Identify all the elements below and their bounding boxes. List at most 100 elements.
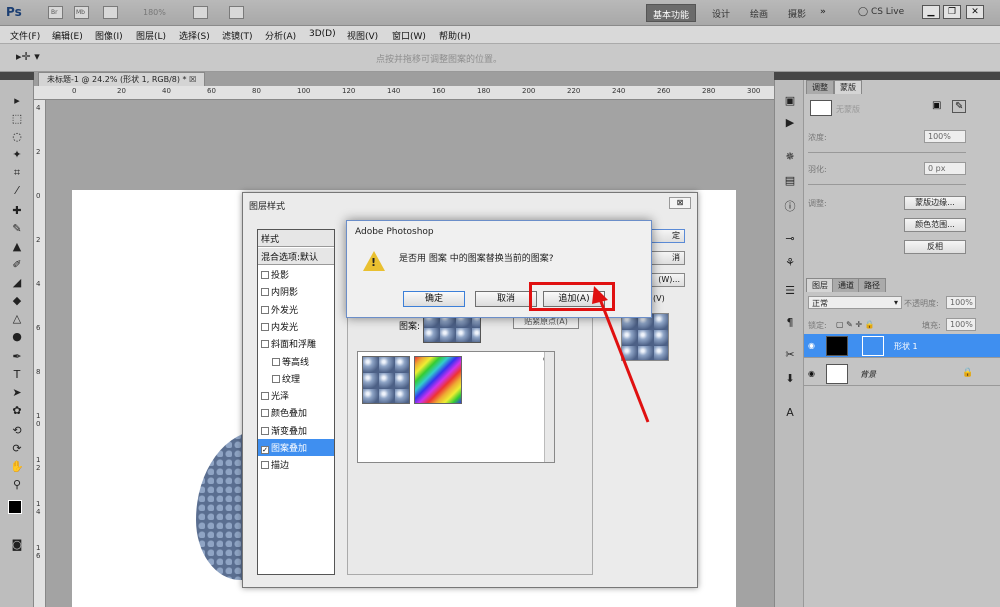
checkbox-icon[interactable] xyxy=(272,374,280,383)
style-item[interactable]: 斜面和浮雕 xyxy=(258,335,334,352)
confirm-cancel-button[interactable]: 取消 xyxy=(475,291,537,307)
tab-close-icon[interactable]: ☒ xyxy=(189,75,196,84)
menu-window[interactable]: 窗口(W) xyxy=(392,29,426,42)
3d-panel-icon[interactable]: ✂ xyxy=(782,348,798,362)
checkbox-icon[interactable] xyxy=(261,322,269,331)
color-range-button[interactable]: 颜色范围... xyxy=(904,218,966,232)
clone-source-icon[interactable]: ⚘ xyxy=(782,256,798,270)
healing-brush-icon[interactable]: ✚ xyxy=(9,204,25,219)
blend-options-item[interactable]: 混合选项:默认 xyxy=(258,248,334,265)
eraser-tool-icon[interactable]: ◢ xyxy=(9,276,25,291)
style-item[interactable]: 外发光 xyxy=(258,301,334,318)
minimize-icon[interactable]: ▁ xyxy=(922,5,940,19)
tool-presets-icon[interactable]: ☰ xyxy=(782,284,798,298)
checkbox-icon[interactable] xyxy=(272,357,280,366)
lock-icons[interactable]: ▢ ✎ ✛ 🔒 xyxy=(836,320,875,329)
style-item[interactable]: 等高线 xyxy=(258,353,334,370)
dialog-close-button[interactable]: ⊠ xyxy=(669,197,691,209)
fill-input[interactable]: 100% xyxy=(946,318,976,331)
opacity-input[interactable]: 100% xyxy=(946,296,976,309)
shape-tool-icon[interactable]: ✿ xyxy=(9,404,25,419)
eyedropper-icon[interactable]: ⁄ xyxy=(9,184,25,199)
type-tool-icon[interactable]: T xyxy=(9,368,25,383)
checkbox-icon[interactable] xyxy=(261,461,269,470)
feather-input[interactable]: 0 px xyxy=(924,162,966,175)
crop-tool-icon[interactable]: ⌗ xyxy=(9,166,25,181)
vertical-ruler[interactable]: 4 2 0 2 4 6 8 1 0 1 2 1 4 1 6 xyxy=(34,100,46,607)
tab-adjustments[interactable]: 调整 xyxy=(806,80,834,94)
blend-mode-select[interactable]: 正常 ▾ xyxy=(808,296,902,309)
lasso-tool-icon[interactable]: ◌ xyxy=(9,130,25,145)
checkbox-icon[interactable] xyxy=(261,305,269,314)
pattern-scrollbar[interactable] xyxy=(544,352,554,462)
style-item[interactable]: 光泽 xyxy=(258,387,334,404)
pattern-swatch-rainbow[interactable] xyxy=(414,356,462,404)
feather-slider[interactable] xyxy=(808,184,966,185)
menu-analysis[interactable]: 分析(A) xyxy=(265,29,296,42)
stamp-tool-icon[interactable]: ▲ xyxy=(9,240,25,255)
cs-live-button[interactable]: ◯ CS Live xyxy=(852,4,910,22)
info-panel-icon[interactable]: ⓘ xyxy=(782,198,798,213)
density-slider[interactable] xyxy=(808,152,966,153)
pixel-mask-icon[interactable]: ▣ xyxy=(932,100,941,111)
tab-paths[interactable]: 路径 xyxy=(858,278,886,292)
pattern-swatch-bubbles[interactable] xyxy=(362,356,410,404)
path-selection-icon[interactable]: ➤ xyxy=(9,386,25,401)
3d-orbit-icon[interactable]: ⟳ xyxy=(9,442,25,457)
screen-mode-icon[interactable] xyxy=(229,6,244,19)
menu-3d[interactable]: 3D(D) xyxy=(309,29,336,39)
document-tab[interactable]: 未标题-1 @ 24.2% (形状 1, RGB/8) * ☒ xyxy=(38,72,206,86)
styles-panel-icon[interactable]: ⬇ xyxy=(782,372,798,386)
horizontal-ruler[interactable]: 0 20 40 60 80 100 120 140 160 180 200 22… xyxy=(34,86,774,100)
style-item[interactable]: 投影 xyxy=(258,266,334,283)
move-tool-preset-icon[interactable]: ▸✛ ▾ xyxy=(16,50,40,63)
foreground-color-swatch[interactable] xyxy=(8,500,22,514)
menu-select[interactable]: 选择(S) xyxy=(179,29,210,42)
arrange-documents-icon[interactable] xyxy=(193,6,208,19)
menu-layer[interactable]: 图层(L) xyxy=(136,29,166,42)
eye-icon[interactable]: ◉ xyxy=(808,341,818,351)
3d-rotate-icon[interactable]: ⟲ xyxy=(9,424,25,439)
menu-image[interactable]: 图像(I) xyxy=(95,29,123,42)
zoom-tool-icon[interactable]: ⚲ xyxy=(9,478,25,493)
tab-masks[interactable]: 蒙版 xyxy=(834,80,862,94)
density-input[interactable]: 100% xyxy=(924,130,966,143)
invert-button[interactable]: 反相 xyxy=(904,240,966,254)
histogram-panel-icon[interactable]: ▤ xyxy=(782,174,798,188)
quick-mask-icon[interactable]: ◙ xyxy=(9,538,25,553)
style-item[interactable]: 内阴影 xyxy=(258,283,334,300)
checkbox-icon[interactable] xyxy=(261,392,269,401)
paragraph-panel-icon[interactable]: ¶ xyxy=(782,316,798,330)
menu-filter[interactable]: 滤镜(T) xyxy=(222,29,253,42)
menu-edit[interactable]: 编辑(E) xyxy=(52,29,83,42)
style-item[interactable]: 渐变叠加 xyxy=(258,422,334,439)
workspace-essentials[interactable]: 基本功能 xyxy=(646,4,697,22)
style-item[interactable]: 颜色叠加 xyxy=(258,404,334,421)
mask-edge-button[interactable]: 蒙版边缘... xyxy=(904,196,966,210)
workspace-painting[interactable]: 绘画 xyxy=(744,4,774,22)
checkbox-icon[interactable] xyxy=(261,409,269,418)
menu-view[interactable]: 视图(V) xyxy=(347,29,378,42)
tab-layers[interactable]: 图层 xyxy=(806,278,834,292)
dodge-tool-icon[interactable]: ● xyxy=(9,330,25,345)
menu-file[interactable]: 文件(F) xyxy=(10,29,40,42)
navigator-panel-icon[interactable]: ✵ xyxy=(782,150,798,164)
hand-tool-icon[interactable]: ✋ xyxy=(9,460,25,475)
checkbox-icon[interactable] xyxy=(261,271,269,279)
restore-icon[interactable]: ❐ xyxy=(943,5,961,19)
style-item[interactable]: 描边 xyxy=(258,456,334,473)
style-item[interactable]: ✓ 图案叠加 xyxy=(258,439,334,456)
checkbox-icon[interactable] xyxy=(261,426,269,435)
layer-row[interactable]: ◉ 背景 🔒 xyxy=(804,362,1000,386)
tab-channels[interactable]: 通道 xyxy=(832,278,860,292)
checkbox-checked-icon[interactable]: ✓ xyxy=(261,446,269,454)
menu-help[interactable]: 帮助(H) xyxy=(439,29,471,42)
bridge-icon[interactable]: Br xyxy=(48,6,63,19)
brush-tool-icon[interactable]: ✎ xyxy=(9,222,25,237)
move-tool-icon[interactable]: ▸ xyxy=(9,94,25,109)
actions-panel-icon[interactable]: ▶ xyxy=(782,116,798,130)
marquee-tool-icon[interactable]: ⬚ xyxy=(9,112,25,127)
brush-panel-icon[interactable]: ⊸ xyxy=(782,232,798,246)
style-item[interactable]: 纹理 xyxy=(258,370,334,387)
character-panel-icon[interactable]: A xyxy=(782,406,798,420)
